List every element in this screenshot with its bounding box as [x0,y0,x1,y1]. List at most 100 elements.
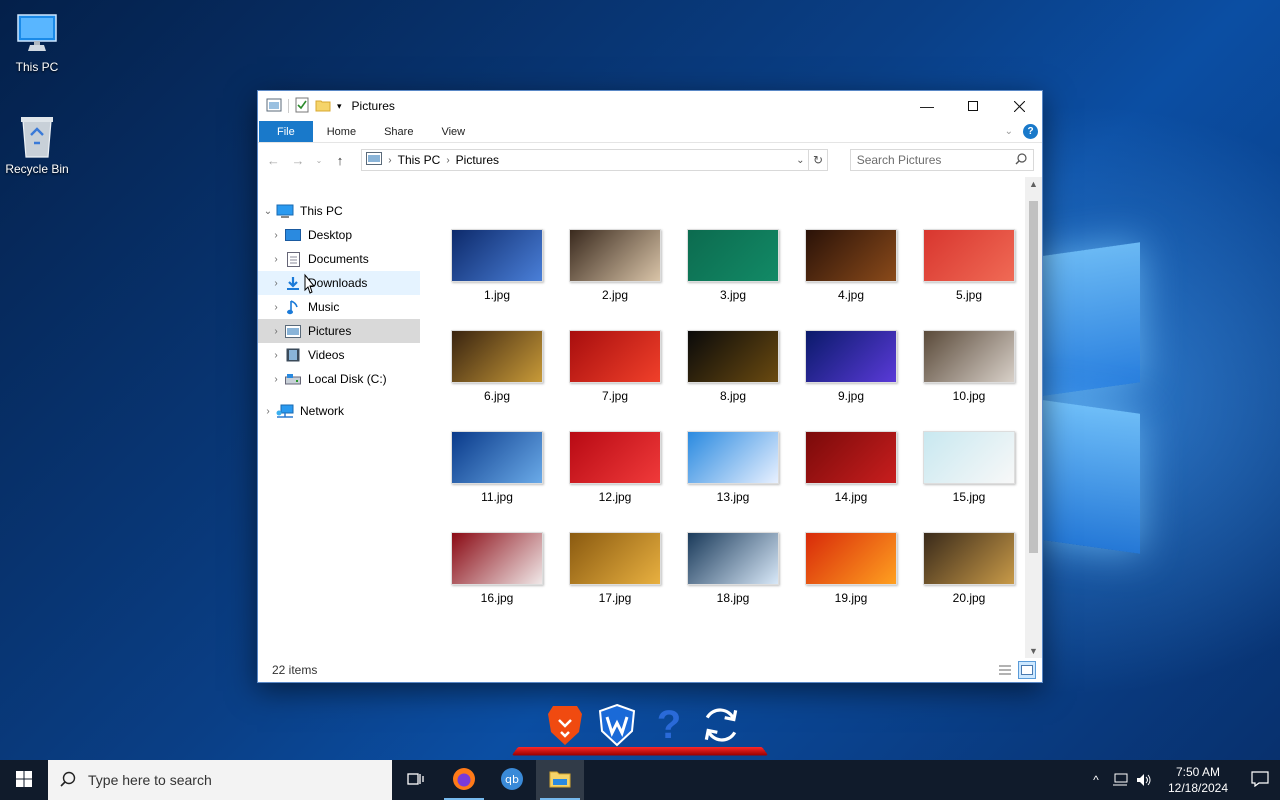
sync-icon[interactable] [699,700,743,750]
sidebar-item-music[interactable]: › Music [258,295,420,319]
taskbar-search-box[interactable]: Type here to search [48,760,392,800]
tab-share[interactable]: Share [370,121,427,142]
tab-home[interactable]: Home [313,121,370,142]
refresh-button[interactable]: ↻ [809,149,828,171]
chevron-right-icon[interactable]: › [268,350,284,361]
chevron-right-icon[interactable]: › [268,278,284,289]
file-item[interactable]: 17.jpg [556,532,674,605]
clock[interactable]: 7:50 AM 12/18/2024 [1162,764,1234,796]
properties-icon[interactable] [295,97,309,116]
chevron-right-icon[interactable]: › [268,374,284,385]
file-item[interactable]: 9.jpg [792,330,910,403]
sidebar-item-documents[interactable]: › Documents [258,247,420,271]
file-item[interactable]: 3.jpg [674,229,792,302]
up-arrow-icon[interactable]: ↑ [333,153,348,168]
action-center-button[interactable] [1240,760,1280,800]
file-item[interactable]: 4.jpg [792,229,910,302]
sidebar-item-downloads[interactable]: › Downloads [258,271,420,295]
tab-file[interactable]: File [259,121,313,142]
help-question-icon[interactable]: ? [647,700,691,750]
sidebar-item-label: Local Disk (C:) [308,372,387,386]
taskbar-qbittorrent[interactable]: qb [488,760,536,800]
sidebar-item-videos[interactable]: › Videos [258,343,420,367]
help-icon[interactable]: ? [1023,124,1038,139]
file-item[interactable]: 12.jpg [556,431,674,504]
taskbar-file-explorer[interactable] [536,760,584,800]
desktop-icon-this-pc[interactable]: This PC [0,10,74,74]
maximize-button[interactable] [950,91,996,121]
details-view-icon[interactable] [996,661,1014,679]
chevron-right-icon[interactable]: › [268,326,284,337]
file-item[interactable]: 19.jpg [792,532,910,605]
firefox-icon [452,767,476,794]
close-button[interactable] [996,91,1042,121]
scroll-down-icon[interactable]: ▼ [1025,646,1042,656]
sidebar-item-this-pc[interactable]: ⌄ This PC [258,199,420,223]
file-item[interactable]: 10.jpg [910,330,1028,403]
network-tray-icon[interactable] [1108,760,1132,800]
sidebar-item-pictures[interactable]: › Pictures [258,319,420,343]
chevron-right-icon[interactable]: › [268,230,284,241]
recent-locations-icon[interactable]: ⌄ [315,156,323,165]
chevron-right-icon[interactable]: › [268,302,284,313]
search-input[interactable]: Search Pictures [857,153,942,167]
file-name: 20.jpg [952,591,986,605]
desktop-icon-recycle-bin[interactable]: Recycle Bin [0,112,74,176]
file-item[interactable]: 16.jpg [438,532,556,605]
pc-icon [276,203,294,219]
file-item[interactable]: 6.jpg [438,330,556,403]
app-dock: ? [511,700,769,756]
vertical-scrollbar[interactable]: ▲ ▼ [1025,177,1042,658]
address-dropdown-icon[interactable]: ⌄ [792,155,808,166]
file-item[interactable]: 1.jpg [438,229,556,302]
back-arrow-icon[interactable]: ← [266,153,281,168]
file-item[interactable]: 5.jpg [910,229,1028,302]
start-button[interactable] [0,760,48,800]
file-item[interactable]: 14.jpg [792,431,910,504]
breadcrumb-this-pc[interactable]: This PC [398,153,441,167]
file-item[interactable]: 20.jpg [910,532,1028,605]
file-item[interactable]: 15.jpg [910,431,1028,504]
address-bar[interactable]: › This PC › Pictures ⌄ [361,149,810,171]
file-name: 8.jpg [719,389,747,403]
svg-text:qb: qb [505,773,519,786]
image-thumbnail [687,431,779,484]
file-item[interactable]: 2.jpg [556,229,674,302]
image-thumbnail [805,330,897,383]
taskbar-search-input[interactable]: Type here to search [88,772,212,788]
file-item[interactable]: 13.jpg [674,431,792,504]
chevron-right-icon[interactable]: › [268,254,284,265]
image-thumbnail [569,431,661,484]
scroll-up-icon[interactable]: ▲ [1025,179,1042,189]
tab-view[interactable]: View [427,121,479,142]
sidebar-item-local-disk[interactable]: › Local Disk (C:) [258,367,420,391]
expand-ribbon-icon[interactable]: ⌄ [1005,126,1013,137]
chevron-down-icon[interactable]: ⌄ [260,206,276,217]
sidebar-item-label: Desktop [308,228,353,242]
sidebar-item-network[interactable]: › Network [258,399,420,423]
wise-care-icon[interactable] [595,700,639,750]
breadcrumb-pictures[interactable]: Pictures [456,153,499,167]
forward-arrow-icon[interactable]: → [291,153,306,168]
new-folder-icon[interactable] [315,98,331,115]
large-icons-view-icon[interactable] [1018,661,1036,679]
music-icon [284,299,302,315]
window-icon [266,98,282,115]
taskbar-firefox[interactable] [440,760,488,800]
file-item[interactable]: 8.jpg [674,330,792,403]
file-list-pane: 1.jpg 2.jpg 3.jpg 4.jpg 5.jpg 6.jpg 7.jpg 8.jpg… [420,177,1042,658]
sidebar-item-desktop[interactable]: › Desktop [258,223,420,247]
brave-browser-icon[interactable] [543,700,587,750]
task-view-button[interactable] [392,760,440,800]
chevron-right-icon[interactable]: › [260,406,276,417]
search-box[interactable]: Search Pictures [849,149,1035,171]
scrollbar-thumb[interactable] [1029,201,1038,553]
file-item[interactable]: 7.jpg [556,330,674,403]
file-item[interactable]: 18.jpg [674,532,792,605]
volume-icon[interactable] [1132,760,1156,800]
file-item[interactable]: 11.jpg [438,431,556,504]
minimize-button[interactable]: — [904,91,950,121]
show-hidden-icons-icon[interactable]: ^ [1084,760,1108,800]
customize-dropdown-icon[interactable]: ▾ [337,101,342,112]
image-thumbnail [687,330,779,383]
